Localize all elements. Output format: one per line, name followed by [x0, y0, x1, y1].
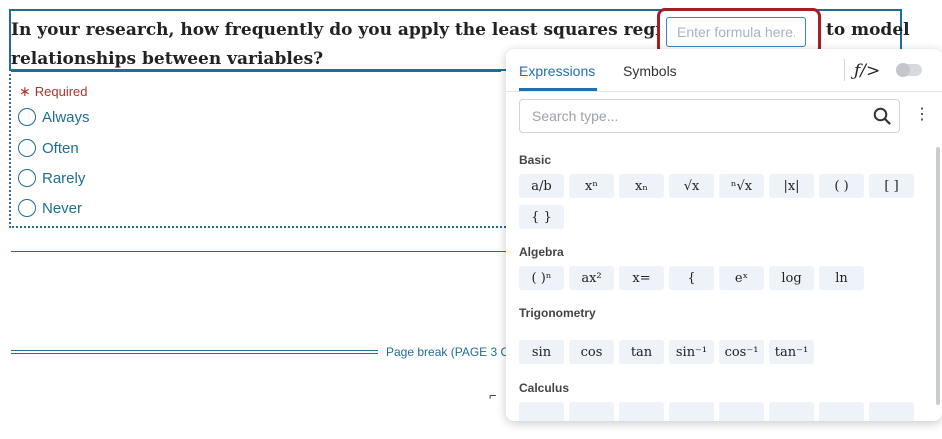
key-ln[interactable]: ln	[819, 266, 864, 290]
page-break-line	[11, 350, 378, 354]
key-calculus[interactable]	[769, 402, 814, 421]
option-label: Often	[42, 139, 79, 157]
asterisk-icon: ∗	[19, 83, 31, 99]
radio-button[interactable]	[18, 169, 36, 187]
key-sqrt[interactable]: √x	[669, 174, 714, 198]
required-indicator: ∗ Required	[19, 83, 88, 99]
key-fraction[interactable]: a/b	[519, 174, 564, 198]
key-system-brace[interactable]: {	[669, 266, 714, 290]
search-box	[519, 99, 900, 133]
question-text-line2: relationships between variables?	[11, 49, 324, 69]
page-break: Page break (PAGE 3 OF	[11, 345, 517, 359]
search-icon[interactable]	[873, 107, 891, 125]
key-arccos[interactable]: cos⁻¹	[719, 340, 764, 364]
key-exponential[interactable]: eˣ	[719, 266, 764, 290]
key-calculus[interactable]	[669, 402, 714, 421]
page-break-label: Page break (PAGE 3 OF	[386, 345, 518, 359]
key-ax-squared[interactable]: ax²	[569, 266, 614, 290]
key-brackets[interactable]: [ ]	[869, 174, 914, 198]
key-calculus[interactable]	[869, 402, 914, 421]
panel-tabs: Expressions Symbols ƒ/>	[506, 49, 942, 92]
section-title-basic: Basic	[519, 153, 552, 167]
key-calculus[interactable]	[519, 402, 564, 421]
key-calculus[interactable]	[619, 402, 664, 421]
toggle-knob	[896, 63, 910, 77]
key-paren-power[interactable]: ( )ⁿ	[519, 266, 564, 290]
key-braces[interactable]: { }	[519, 205, 564, 229]
option-rarely[interactable]: Rarely	[18, 169, 85, 187]
question-underline	[11, 70, 501, 72]
key-power[interactable]: xⁿ	[569, 174, 614, 198]
key-cos[interactable]: cos	[569, 340, 614, 364]
section-title-trigonometry: Trigonometry	[519, 306, 596, 320]
section-divider	[11, 251, 506, 252]
more-options-icon[interactable]: ⋮	[914, 107, 930, 123]
option-always[interactable]: Always	[18, 108, 90, 126]
key-calculus[interactable]	[819, 402, 864, 421]
tab-divider	[844, 59, 845, 81]
section-title-algebra: Algebra	[519, 245, 564, 259]
tab-expressions[interactable]: Expressions	[519, 63, 595, 79]
option-label: Never	[42, 199, 83, 217]
section-title-calculus: Calculus	[519, 381, 570, 395]
code-toggle[interactable]	[896, 63, 922, 77]
radio-button[interactable]	[18, 139, 36, 157]
key-nth-root[interactable]: ⁿ√x	[719, 174, 764, 198]
key-log[interactable]: log	[769, 266, 814, 290]
radio-button[interactable]	[18, 199, 36, 217]
search-input[interactable]	[520, 100, 884, 132]
radio-button[interactable]	[18, 108, 36, 126]
key-x-equals[interactable]: x=	[619, 266, 664, 290]
option-never[interactable]: Never	[18, 199, 82, 217]
key-abs[interactable]: |x|	[769, 174, 814, 198]
panel-scrollbar[interactable]	[936, 147, 940, 405]
option-often[interactable]: Often	[18, 139, 79, 157]
key-parentheses[interactable]: ( )	[819, 174, 864, 198]
active-tab-indicator	[519, 88, 597, 91]
key-subscript[interactable]: xₙ	[619, 174, 664, 198]
key-sin[interactable]: sin	[519, 340, 564, 364]
key-arctan[interactable]: tan⁻¹	[769, 340, 814, 364]
key-calculus[interactable]	[719, 402, 764, 421]
key-arcsin[interactable]: sin⁻¹	[669, 340, 714, 364]
tab-symbols[interactable]: Symbols	[623, 63, 677, 79]
formula-input[interactable]	[666, 17, 806, 47]
option-label: Rarely	[42, 169, 86, 187]
option-label: Always	[42, 108, 90, 126]
key-tan[interactable]: tan	[619, 340, 664, 364]
formula-panel: Expressions Symbols ƒ/> ⋮ Basic a/b xⁿ x…	[506, 49, 942, 421]
key-calculus[interactable]	[569, 402, 614, 421]
question-text-continued: to model	[826, 20, 910, 40]
function-code-icon: ƒ/>	[854, 61, 881, 81]
bracket-icon: ⌐	[489, 388, 497, 403]
